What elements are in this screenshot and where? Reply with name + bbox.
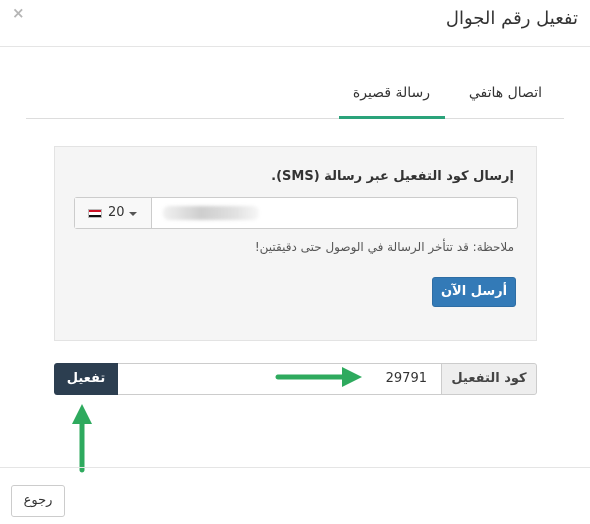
country-code: 20 bbox=[108, 205, 125, 220]
back-button[interactable]: رجوع bbox=[11, 485, 65, 517]
tab-bar: اتصال هاتفي رسالة قصيرة bbox=[26, 80, 564, 119]
sms-panel: إرسال كود التفعيل عبر رسالة (SMS). 20 مل… bbox=[54, 146, 537, 341]
phone-input-group: 20 bbox=[74, 197, 518, 229]
activation-code-label: كود التفعيل bbox=[441, 363, 537, 395]
send-now-button[interactable]: أرسل الآن bbox=[432, 277, 516, 307]
modal-header: × تفعيل رقم الجوال bbox=[0, 0, 590, 47]
modal-title: تفعيل رقم الجوال bbox=[445, 8, 578, 29]
activation-code-input[interactable]: 29791 bbox=[118, 363, 442, 395]
arrow-to-activate-icon bbox=[72, 404, 92, 473]
delay-note: ملاحظة: قد تتأخر الرسالة في الوصول حتى د… bbox=[254, 240, 514, 254]
sms-panel-heading: إرسال كود التفعيل عبر رسالة (SMS). bbox=[271, 169, 514, 184]
activation-modal: × تفعيل رقم الجوال اتصال هاتفي رسالة قصي… bbox=[0, 0, 590, 524]
modal-footer: رجوع bbox=[0, 467, 590, 524]
phone-number-input[interactable] bbox=[153, 200, 517, 228]
tab-sms[interactable]: رسالة قصيرة bbox=[353, 85, 430, 101]
activation-code-value: 29791 bbox=[385, 371, 427, 386]
close-icon[interactable]: × bbox=[12, 4, 25, 22]
country-code-dropdown[interactable]: 20 bbox=[75, 198, 152, 228]
activate-button[interactable]: تفعيل bbox=[54, 363, 118, 395]
chevron-down-icon bbox=[129, 212, 137, 216]
active-tab-indicator bbox=[339, 116, 445, 119]
egypt-flag-icon bbox=[88, 209, 102, 218]
tab-phone-call[interactable]: اتصال هاتفي bbox=[469, 85, 542, 101]
